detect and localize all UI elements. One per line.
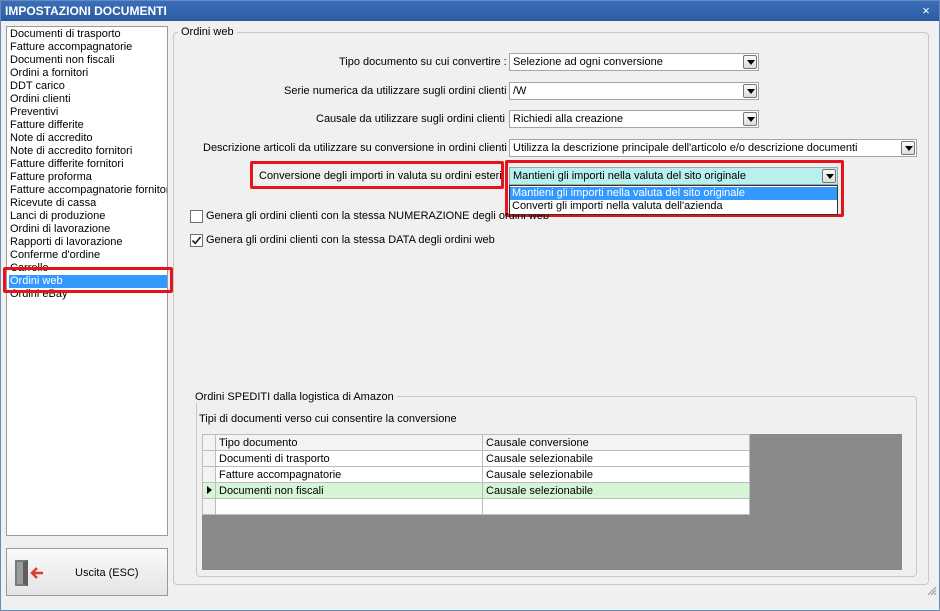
sidebar-item-fatture-differite[interactable]: Fatture differite [9, 119, 167, 132]
sidebar-item-fatture-accompagnatorie[interactable]: Fatture accompagnatorie [9, 41, 167, 54]
sidebar-item-ordini-web[interactable]: Ordini web [9, 275, 167, 288]
chevron-down-icon[interactable] [743, 112, 757, 126]
checkmark-icon [191, 236, 202, 245]
amazon-subtitle: Tipi di documenti verso cui consentire l… [199, 413, 457, 425]
data-checkbox[interactable] [190, 234, 203, 247]
cell-causale-conversione[interactable]: Causale selezionabile [482, 482, 750, 499]
data-checkbox-label: Genera gli ordini clienti con la stessa … [206, 234, 495, 246]
chevron-down-icon[interactable] [743, 55, 757, 69]
sidebar-item-conferme-d-ordine[interactable]: Conferme d'ordine [9, 249, 167, 262]
column-header-causale-conversione[interactable]: Causale conversione [482, 434, 750, 451]
sidebar-item-lanci-di-produzione[interactable]: Lanci di produzione [9, 210, 167, 223]
conversione-importi-label: Conversione degli importi in valuta su o… [259, 170, 508, 182]
exit-door-icon [15, 560, 43, 586]
conversione-option-mantieni[interactable]: Mantieni gli importi nella valuta del si… [510, 187, 837, 200]
causale-select[interactable]: Richiedi alla creazione [509, 110, 759, 128]
descrizione-articoli-label: Descrizione articoli da utilizzare su co… [203, 142, 513, 154]
sidebar-item-ordini-a-fornitori[interactable]: Ordini a fornitori [9, 67, 167, 80]
ordini-web-group-title: Ordini web [178, 26, 237, 38]
cell-tipo-documento[interactable] [215, 498, 483, 515]
sidebar-item-fatture-proforma[interactable]: Fatture proforma [9, 171, 167, 184]
conversione-importi-value: Mantieni gli importi nella valuta del si… [513, 170, 746, 182]
row-selector[interactable] [202, 482, 216, 499]
close-button[interactable]: × [919, 1, 933, 21]
row-selector[interactable] [202, 498, 216, 515]
table-row[interactable]: Fatture accompagnatorie Causale selezion… [202, 466, 750, 483]
chevron-down-icon[interactable] [743, 84, 757, 98]
exit-button-label: Uscita (ESC) [75, 567, 139, 579]
sidebar-item-preventivi[interactable]: Preventivi [9, 106, 167, 119]
sidebar-item-ordini-clienti[interactable]: Ordini clienti [9, 93, 167, 106]
cell-tipo-documento[interactable]: Documenti di trasporto [215, 450, 483, 467]
exit-button[interactable]: Uscita (ESC) [6, 548, 168, 596]
current-row-arrow-icon [207, 485, 212, 494]
table-row[interactable]: Documenti non fiscali Causale selezionab… [202, 482, 750, 499]
sidebar-item-note-di-accredito[interactable]: Note di accredito [9, 132, 167, 145]
numerazione-checkbox[interactable] [190, 210, 203, 223]
sidebar-item-ricevute-di-cassa[interactable]: Ricevute di cassa [9, 197, 167, 210]
sidebar-item-rapporti-di-lavorazione[interactable]: Rapporti di lavorazione [9, 236, 167, 249]
cell-tipo-documento[interactable]: Documenti non fiscali [215, 482, 483, 499]
serie-numerica-value: /W [513, 85, 527, 97]
sidebar-item-ordini-di-lavorazione[interactable]: Ordini di lavorazione [9, 223, 167, 236]
descrizione-articoli-value: Utilizza la descrizione principale dell'… [513, 142, 858, 154]
chevron-down-icon[interactable] [901, 141, 915, 155]
descrizione-articoli-select[interactable]: Utilizza la descrizione principale dell'… [509, 139, 917, 157]
tipo-documento-select[interactable]: Selezione ad ogni conversione [509, 53, 759, 71]
conversione-importi-select[interactable]: Mantieni gli importi nella valuta del si… [509, 167, 838, 185]
table-row[interactable]: Documenti di trasporto Causale seleziona… [202, 450, 750, 467]
row-selector-header [202, 434, 216, 451]
row-selector[interactable] [202, 450, 216, 467]
window-title: IMPOSTAZIONI DOCUMENTI [5, 4, 167, 18]
settings-window: IMPOSTAZIONI DOCUMENTI × Documenti di tr… [0, 0, 940, 611]
tipo-documento-label: Tipo documento su cui convertire : [339, 56, 507, 68]
grid-header-row: Tipo documento Causale conversione [202, 434, 750, 451]
sidebar-item-ddt-carico[interactable]: DDT carico [9, 80, 167, 93]
numerazione-checkbox-label: Genera gli ordini clienti con la stessa … [206, 210, 549, 222]
cell-causale-conversione[interactable]: Causale selezionabile [482, 466, 750, 483]
cell-causale-conversione[interactable]: Causale selezionabile [482, 450, 750, 467]
sidebar-item-documenti-non-fiscali[interactable]: Documenti non fiscali [9, 54, 167, 67]
document-type-grid[interactable]: Tipo documento Causale conversione Docum… [202, 434, 750, 515]
sidebar-item-note-di-accredito-fornitori[interactable]: Note di accredito fornitori [9, 145, 167, 158]
cell-tipo-documento[interactable]: Fatture accompagnatorie [215, 466, 483, 483]
resize-grip-icon[interactable] [927, 586, 937, 596]
serie-numerica-select[interactable]: /W [509, 82, 759, 100]
amazon-group-title: Ordini SPEDITI dalla logistica di Amazon [192, 391, 397, 403]
conversione-options-list[interactable]: Mantieni gli importi nella valuta del si… [509, 185, 838, 215]
conversione-option-converti[interactable]: Converti gli importi nella valuta dell'a… [510, 200, 837, 213]
chevron-down-icon[interactable] [822, 169, 836, 183]
tipo-documento-value: Selezione ad ogni conversione [513, 56, 663, 68]
serie-numerica-label: Serie numerica da utilizzare sugli ordin… [284, 85, 513, 97]
sidebar-item-fatture-differite-fornitori[interactable]: Fatture differite fornitori [9, 158, 167, 171]
sidebar-item-carrello[interactable]: Carrello [9, 262, 167, 275]
sidebar-item-ordini-ebay[interactable]: Ordini eBay [9, 288, 167, 301]
cell-causale-conversione[interactable] [482, 498, 750, 515]
table-row-new[interactable] [202, 498, 750, 515]
document-type-list[interactable]: Documenti di trasporto Fatture accompagn… [6, 26, 168, 536]
row-selector[interactable] [202, 466, 216, 483]
sidebar-item-fatture-accompagnatorie-fornitori[interactable]: Fatture accompagnatorie fornitori [9, 184, 167, 197]
column-header-tipo-documento[interactable]: Tipo documento [215, 434, 483, 451]
causale-label: Causale da utilizzare sugli ordini clien… [316, 113, 512, 125]
sidebar-item-documenti-di-trasporto[interactable]: Documenti di trasporto [9, 28, 167, 41]
causale-value: Richiedi alla creazione [513, 113, 624, 125]
title-bar: IMPOSTAZIONI DOCUMENTI [1, 1, 939, 21]
